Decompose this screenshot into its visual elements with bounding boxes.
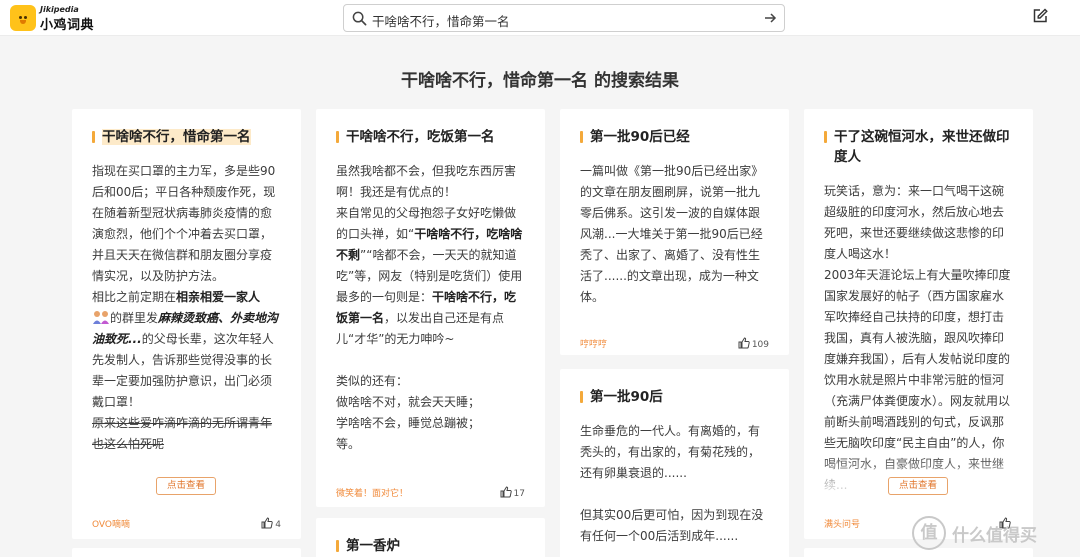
thumbs-up-icon [738, 337, 750, 349]
search-input[interactable]: 干啥啥不行，惜命第一名 [372, 11, 510, 30]
logo-text-cn[interactable]: 小鸡词典 [40, 14, 94, 33]
page-title: 干啥啥不行，惜命第一名 的搜索结果 [401, 71, 679, 91]
entry-title[interactable]: 第一批90后 [580, 387, 773, 407]
watermark-text: 什么值得买 [952, 526, 1037, 546]
author-name[interactable]: 哼哼哼 [580, 340, 607, 350]
watermark: 值 什么值得买 [912, 516, 1072, 552]
logo-chick-icon[interactable] [10, 5, 36, 31]
search-icon [352, 11, 367, 26]
author-name[interactable]: 满头问号 [824, 520, 860, 530]
top-header: Jikipedia 小鸡词典 干啥啥不行，惜命第一名 [0, 0, 1080, 36]
like-button[interactable]: 109 [738, 337, 769, 350]
like-button[interactable]: 4 [261, 517, 281, 530]
thumbs-up-icon [500, 486, 512, 498]
entry-body: 指现在买口罩的主力军，多是些90后和00后；平日各种颓废作死，现在随着新型冠状病… [92, 164, 279, 451]
entry-card[interactable]: 第一香炉 [316, 518, 545, 557]
entry-card[interactable]: 干啥啥不行，惜命第一名 指现在买口罩的主力军，多是些90后和00后；平日各种颓废… [72, 109, 301, 539]
logo-text-en[interactable]: Jikipedia [40, 5, 79, 14]
family-emoji-icon [93, 311, 109, 324]
search-box[interactable]: 干啥啥不行，惜命第一名 [343, 4, 785, 32]
view-more-button[interactable]: 点击查看 [156, 477, 216, 495]
entry-title[interactable]: 第一香炉 [336, 536, 529, 556]
watermark-logo-icon: 值 [912, 516, 946, 550]
thumbs-up-icon [261, 517, 273, 529]
entry-card[interactable]: 干了这碗恒河水，来世还做印度人 玩笑话，意为：来一口气喝干这碗超级脏的印度河水，… [804, 109, 1033, 539]
entry-card[interactable]: 第一批90后 生命垂危的一代人。有离婚的，有秃头的，有出家的，有菊花残的，还有卵… [560, 369, 789, 557]
entry-body: 虽然我啥都不会，但我吃东西厉害啊！我还是有优点的！ 来自常见的父母抱怨子女好吃懒… [336, 164, 523, 451]
view-more-button[interactable]: 点击查看 [888, 477, 948, 495]
entry-body: 玩笑话，意为：来一口气喝干这碗超级脏的印度河水，然后放心地去死吧，来世还要继续做… [824, 184, 1011, 492]
author-name[interactable]: OVO嘀嘀 [92, 520, 130, 530]
entry-title[interactable]: 干啥啥不行，吃饭第一名 [336, 127, 529, 147]
entry-body: 生命垂危的一代人。有离婚的，有秃头的，有出家的，有菊花残的，还有卵巢衰退的...… [580, 424, 764, 543]
like-button[interactable]: 17 [500, 486, 525, 499]
author-name[interactable]: 微笑着！面对它！ [336, 489, 408, 499]
entry-title[interactable]: 第一批90后已经 [580, 127, 773, 147]
arrow-right-icon[interactable] [762, 10, 778, 26]
entry-title[interactable]: 干了这碗恒河水，来世还做印度人 [824, 127, 1017, 167]
edit-icon[interactable] [1031, 7, 1049, 25]
entry-card[interactable]: 干啥啥不行，吃饭第一名 虽然我啥都不会，但我吃东西厉害啊！我还是有优点的！ 来自… [316, 109, 545, 507]
entry-card[interactable] [72, 548, 301, 557]
entry-card[interactable]: 第一批90后已经 一篇叫做《第一批90后已经出家》的文章在朋友圈刷屏，说第一批九… [560, 109, 789, 355]
entry-body: 一篇叫做《第一批90后已经出家》的文章在朋友圈刷屏，说第一批九零后佛系。这引发一… [580, 164, 764, 304]
entry-title[interactable]: 干啥啥不行，惜命第一名 [92, 127, 285, 147]
